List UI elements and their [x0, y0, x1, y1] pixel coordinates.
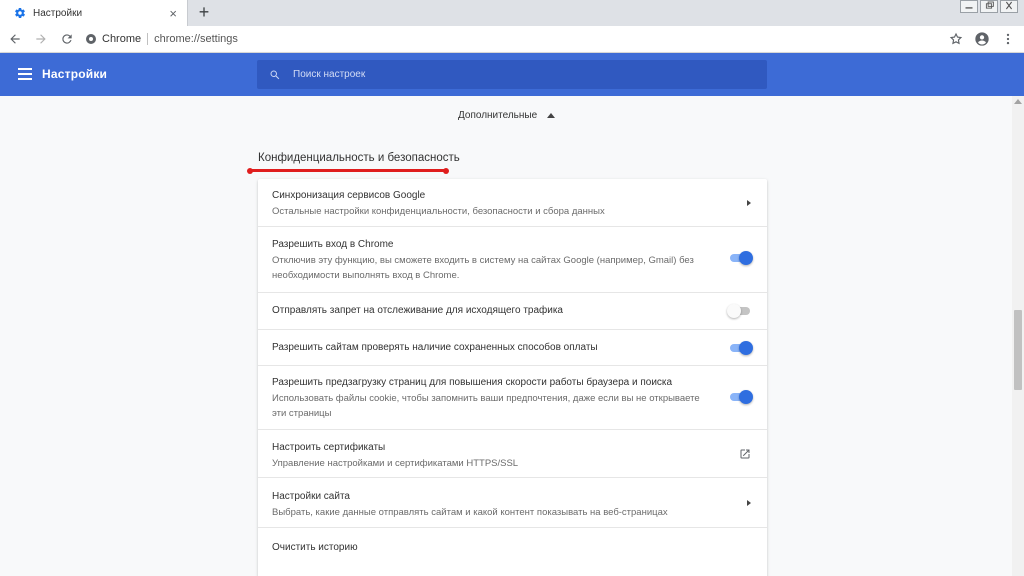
arrow-right-icon	[36, 34, 46, 44]
row-title: Очистить историю	[272, 542, 358, 553]
gear-icon	[14, 7, 26, 19]
advanced-toggle[interactable]: Дополнительные	[458, 110, 556, 121]
search-icon	[269, 69, 281, 81]
browser-menu-button[interactable]	[1000, 31, 1016, 47]
row-google-services[interactable]: Синхронизация сервисов Google Остальные …	[258, 179, 767, 226]
settings-content: Дополнительные Конфиденциальность и безо…	[0, 96, 1012, 576]
close-window-button[interactable]	[1000, 0, 1018, 13]
back-button[interactable]	[4, 28, 26, 50]
row-title: Синхронизация сервисов Google	[272, 190, 426, 201]
scroll-up-arrow-icon[interactable]	[1014, 99, 1022, 104]
row-title: Отправлять запрет на отслеживание для ис…	[272, 305, 563, 316]
row-subtitle: Отключив эту функцию, вы сможете входить…	[272, 255, 694, 281]
payment-methods-toggle[interactable]	[729, 341, 753, 355]
arrow-left-icon	[10, 34, 20, 44]
settings-header: Настройки	[0, 53, 1024, 96]
page-scrollbar[interactable]	[1012, 96, 1024, 576]
row-payment-methods[interactable]: Разрешить сайтам проверять наличие сохра…	[258, 329, 767, 365]
row-subtitle: Остальные настройки конфиденциальности, …	[272, 206, 605, 217]
settings-search-box[interactable]	[257, 60, 767, 89]
chrome-page-icon	[86, 34, 96, 44]
row-title: Разрешить вход в Chrome	[272, 239, 394, 250]
row-allow-chrome-signin[interactable]: Разрешить вход в Chrome Отключив эту фун…	[258, 226, 767, 292]
window-controls	[960, 0, 1018, 13]
row-preload-pages[interactable]: Разрешить предзагрузку страниц для повыш…	[258, 365, 767, 429]
profile-button[interactable]	[974, 31, 990, 47]
tab-settings[interactable]: Настройки ×	[0, 0, 188, 26]
chevron-right-icon	[747, 500, 751, 506]
chevron-right-icon	[747, 200, 751, 206]
section-title: Конфиденциальность и безопасность	[258, 152, 460, 164]
minimize-button[interactable]	[960, 0, 978, 13]
more-vert-icon	[1006, 33, 1010, 45]
advanced-label: Дополнительные	[458, 110, 538, 121]
omnibox-separator	[147, 33, 149, 45]
red-underline-annotation	[247, 167, 449, 174]
hamburger-menu-icon[interactable]	[18, 68, 32, 80]
row-title: Настройки сайта	[272, 491, 350, 502]
tab-title: Настройки	[33, 7, 83, 19]
do-not-track-toggle[interactable]	[727, 304, 751, 318]
star-icon	[949, 32, 963, 45]
page-title: Настройки	[42, 67, 108, 81]
row-title: Разрешить сайтам проверять наличие сохра…	[272, 342, 598, 353]
account-circle-icon	[975, 32, 989, 46]
forward-button[interactable]	[30, 28, 52, 50]
row-title: Разрешить предзагрузку страниц для повыш…	[272, 377, 673, 388]
browser-toolbar: Chrome chrome://settings	[0, 26, 1024, 53]
row-subtitle: Использовать файлы cookie, чтобы запомни…	[272, 393, 700, 419]
reload-button[interactable]	[56, 28, 78, 50]
tab-strip: Настройки × +	[0, 0, 1024, 26]
open-in-new-icon	[739, 448, 751, 460]
site-chip: Chrome	[102, 33, 142, 45]
caret-up-icon	[547, 113, 556, 118]
restore-button[interactable]	[980, 0, 998, 13]
scrollbar-thumb[interactable]	[1014, 310, 1022, 390]
bookmark-button[interactable]	[948, 31, 964, 47]
row-clear-history[interactable]: Очистить историю	[258, 527, 767, 576]
signin-toggle[interactable]	[729, 251, 753, 265]
close-tab-button[interactable]: ×	[169, 7, 177, 20]
row-do-not-track[interactable]: Отправлять запрет на отслеживание для ис…	[258, 292, 767, 329]
row-subtitle: Выбрать, какие данные отправлять сайтам …	[272, 507, 668, 518]
new-tab-button[interactable]: +	[195, 2, 213, 22]
address-bar[interactable]: Chrome chrome://settings	[86, 28, 948, 50]
row-title: Настроить сертификаты	[272, 442, 386, 453]
search-input[interactable]	[291, 68, 735, 81]
url-text: chrome://settings	[154, 33, 238, 45]
reload-icon	[62, 34, 72, 44]
row-manage-certificates[interactable]: Настроить сертификаты Управление настрой…	[258, 429, 767, 477]
preload-toggle[interactable]	[729, 390, 753, 404]
row-subtitle: Управление настройками и сертификатами H…	[272, 458, 519, 469]
privacy-settings-card: Синхронизация сервисов Google Остальные …	[258, 179, 767, 576]
row-site-settings[interactable]: Настройки сайта Выбрать, какие данные от…	[258, 477, 767, 527]
